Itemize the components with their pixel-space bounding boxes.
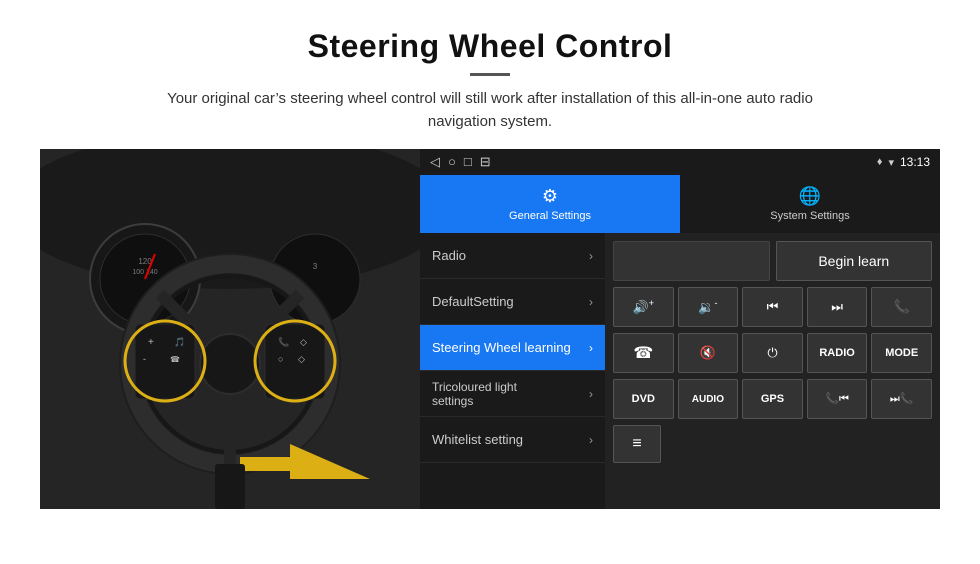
menu-whitelist-label: Whitelist setting xyxy=(432,432,589,447)
vol-up-button[interactable]: 🔊+ xyxy=(613,287,674,327)
menu-radio-label: Radio xyxy=(432,248,589,263)
skip-next-icon: ⏭📞 xyxy=(890,392,914,406)
back-icon[interactable]: ◁ xyxy=(430,154,440,170)
mute-icon: 🔇 xyxy=(700,345,716,361)
title-divider xyxy=(470,73,510,76)
gps-icon: ♦ xyxy=(877,156,883,168)
page-subtitle: Your original car’s steering wheel contr… xyxy=(140,88,840,133)
title-section: Steering Wheel Control Your original car… xyxy=(40,28,940,133)
car-image: 120 100 140 3 xyxy=(40,149,420,509)
menu-icon[interactable]: ⊟ xyxy=(480,154,491,170)
menu-default-label: DefaultSetting xyxy=(432,294,589,309)
wifi-icon: ▾ xyxy=(888,156,894,169)
empty-input-box xyxy=(613,241,770,281)
status-bar-right: ♦ ▾ 13:13 xyxy=(877,155,930,169)
phone-prev-icon: 📞⏮ xyxy=(825,392,849,406)
list-menu-icon: ≡ xyxy=(632,435,641,453)
gps-label: GPS xyxy=(761,393,784,405)
vol-down-icon: 🔉- xyxy=(698,298,717,315)
skip-next-button[interactable]: ⏭📞 xyxy=(871,379,932,419)
right-panel: Begin learn 🔊+ 🔉- ⏮ xyxy=(605,233,940,509)
chevron-tricolour-icon: › xyxy=(589,387,593,401)
page-title: Steering Wheel Control xyxy=(40,28,940,65)
menu-item-tricolour[interactable]: Tricoloured lightsettings › xyxy=(420,371,605,417)
mute-button[interactable]: 🔇 xyxy=(678,333,739,373)
prev-track-button[interactable]: ⏮ xyxy=(742,287,803,327)
audio-label: AUDIO xyxy=(692,394,724,405)
status-time: 13:13 xyxy=(900,155,930,169)
radio-row: Begin learn xyxy=(613,241,932,281)
status-bar-left: ◁ ○ □ ⊟ xyxy=(430,154,491,170)
audio-button[interactable]: AUDIO xyxy=(678,379,739,419)
next-track-button[interactable]: ⏭ xyxy=(807,287,868,327)
power-button[interactable]: ⏻ xyxy=(742,333,803,373)
menu-item-radio[interactable]: Radio › xyxy=(420,233,605,279)
menu-item-steering[interactable]: Steering Wheel learning › xyxy=(420,325,605,371)
hang-up-button[interactable]: ☎ xyxy=(613,333,674,373)
phone-prev-button[interactable]: 📞⏮ xyxy=(807,379,868,419)
begin-learn-button[interactable]: Begin learn xyxy=(776,241,933,281)
phone-button[interactable]: 📞 xyxy=(871,287,932,327)
mode-label-text: MODE xyxy=(885,347,918,359)
home-icon[interactable]: ○ xyxy=(448,154,456,170)
tab-system[interactable]: 🌐 System Settings xyxy=(680,175,940,233)
menu-tricolour-label: Tricoloured lightsettings xyxy=(432,380,589,408)
dvd-button[interactable]: DVD xyxy=(613,379,674,419)
mode-button[interactable]: MODE xyxy=(871,333,932,373)
control-grid-row2: ☎ 🔇 ⏻ RADIO MODE xyxy=(613,333,932,373)
gps-button[interactable]: GPS xyxy=(742,379,803,419)
menu-steering-label: Steering Wheel learning xyxy=(432,340,589,355)
menu-item-whitelist[interactable]: Whitelist setting › xyxy=(420,417,605,463)
general-settings-icon: ⚙ xyxy=(542,186,558,207)
status-bar: ◁ ○ □ ⊟ ♦ ▾ 13:13 xyxy=(420,149,940,175)
control-grid-row1: 🔊+ 🔉- ⏮ ⏭ 📞 xyxy=(613,287,932,327)
phone-icon: 📞 xyxy=(894,299,910,315)
hang-up-icon: ☎ xyxy=(633,343,653,363)
tab-general-label: General Settings xyxy=(509,210,591,222)
vol-down-button[interactable]: 🔉- xyxy=(678,287,739,327)
main-content: Radio › DefaultSetting › Steering Wheel … xyxy=(420,233,940,509)
menu-panel: Radio › DefaultSetting › Steering Wheel … xyxy=(420,233,605,509)
chevron-steering-icon: › xyxy=(589,341,593,355)
next-track-icon: ⏭ xyxy=(831,299,843,315)
recent-icon[interactable]: □ xyxy=(464,154,472,170)
tab-bar: ⚙ General Settings 🌐 System Settings xyxy=(420,175,940,233)
android-ui: ◁ ○ □ ⊟ ♦ ▾ 13:13 ⚙ General Settings xyxy=(420,149,940,509)
chevron-default-icon: › xyxy=(589,295,593,309)
chevron-radio-icon: › xyxy=(589,249,593,263)
list-menu-button[interactable]: ≡ xyxy=(613,425,661,463)
menu-item-default[interactable]: DefaultSetting › xyxy=(420,279,605,325)
whitelist-row: ≡ xyxy=(613,425,932,463)
radio-label-button[interactable]: RADIO xyxy=(807,333,868,373)
page-wrapper: Steering Wheel Control Your original car… xyxy=(0,0,980,529)
prev-track-icon: ⏮ xyxy=(767,299,779,315)
tab-general[interactable]: ⚙ General Settings xyxy=(420,175,680,233)
chevron-whitelist-icon: › xyxy=(589,433,593,447)
vol-up-icon: 🔊+ xyxy=(633,298,654,315)
content-area: 120 100 140 3 xyxy=(40,149,940,509)
system-settings-icon: 🌐 xyxy=(799,186,821,207)
dvd-label: DVD xyxy=(632,393,655,405)
control-grid-row3: DVD AUDIO GPS 📞⏮ ⏭📞 xyxy=(613,379,932,419)
tab-system-label: System Settings xyxy=(770,210,849,222)
radio-label-text: RADIO xyxy=(819,347,854,359)
power-icon: ⏻ xyxy=(767,345,777,361)
